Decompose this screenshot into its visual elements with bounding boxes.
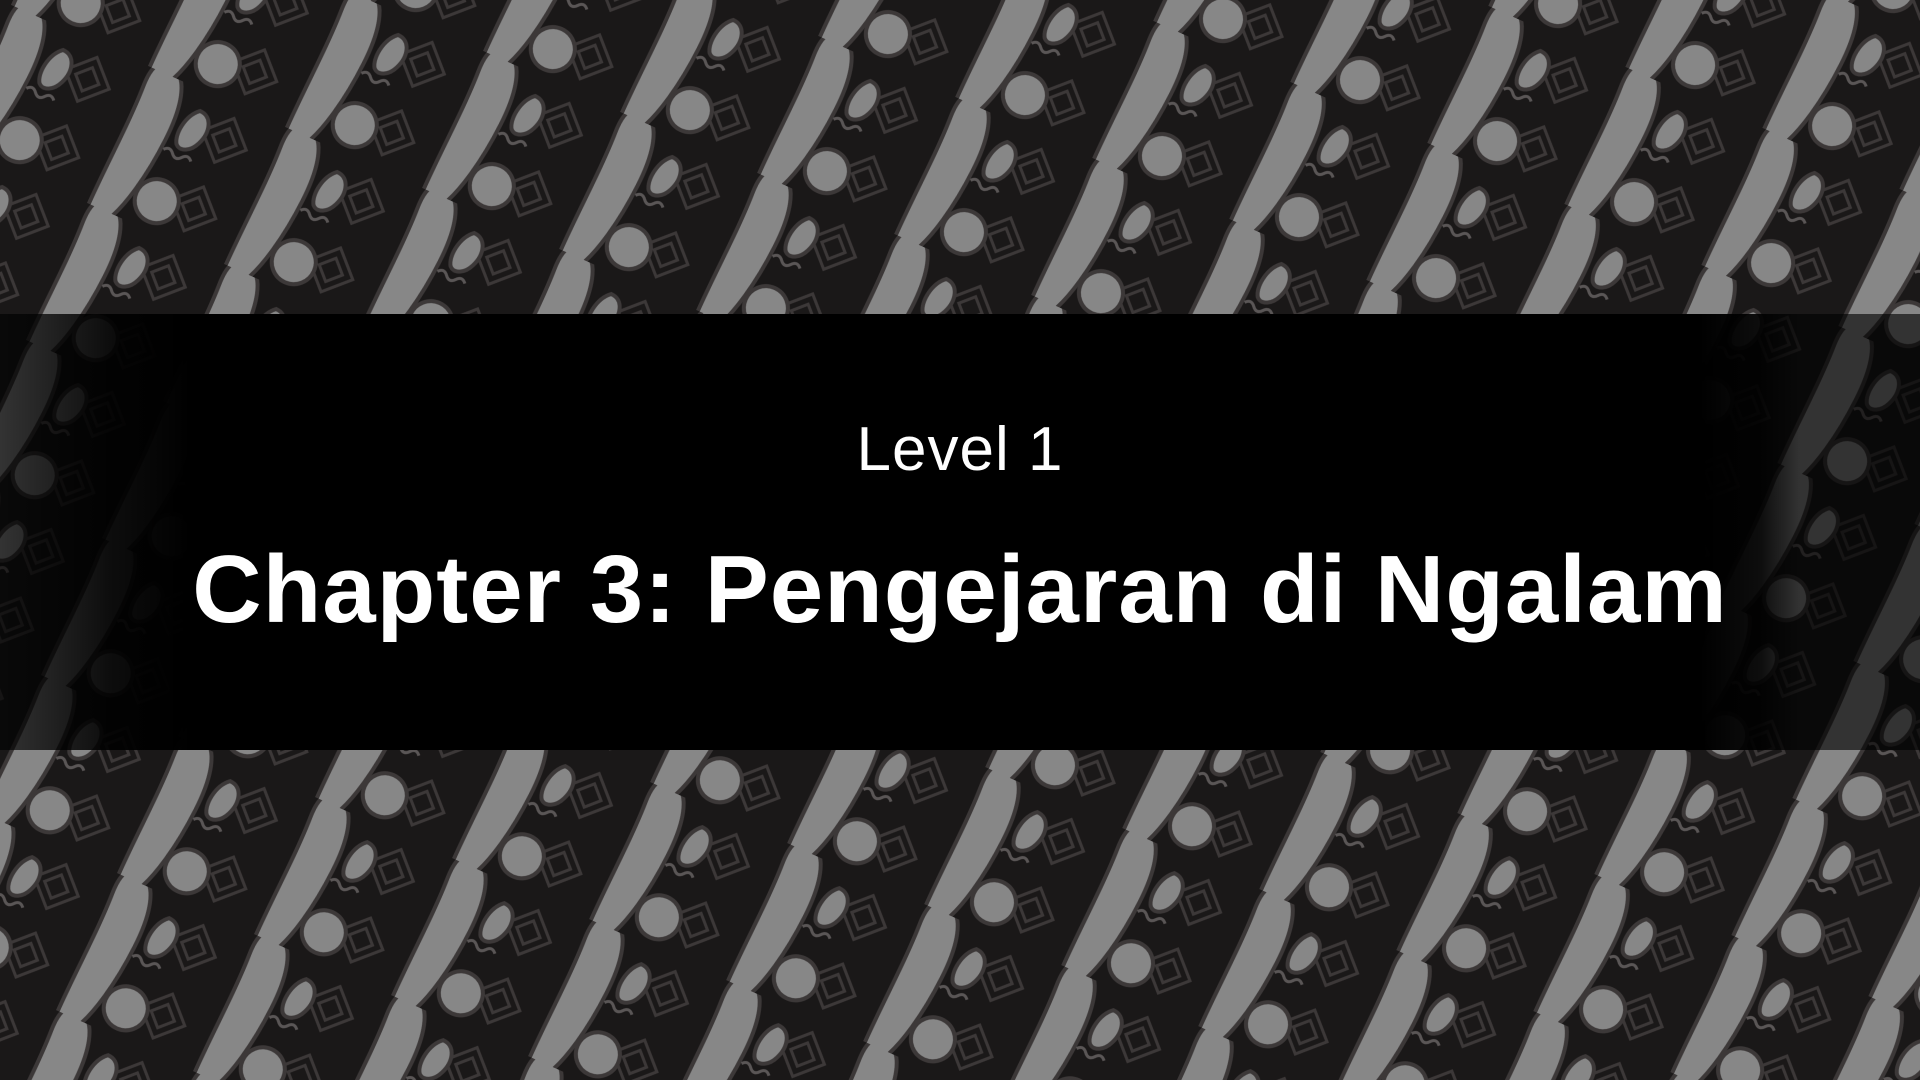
title-banner: [0, 314, 1920, 750]
chapter-title: Chapter 3: Pengejaran di Ngalam: [192, 536, 1728, 643]
level-intro-screen: Level 1 Chapter 3: Pengejaran di Ngalam: [0, 0, 1920, 1080]
title-banner-fill: [0, 314, 1920, 750]
level-label: Level 1: [856, 415, 1064, 484]
